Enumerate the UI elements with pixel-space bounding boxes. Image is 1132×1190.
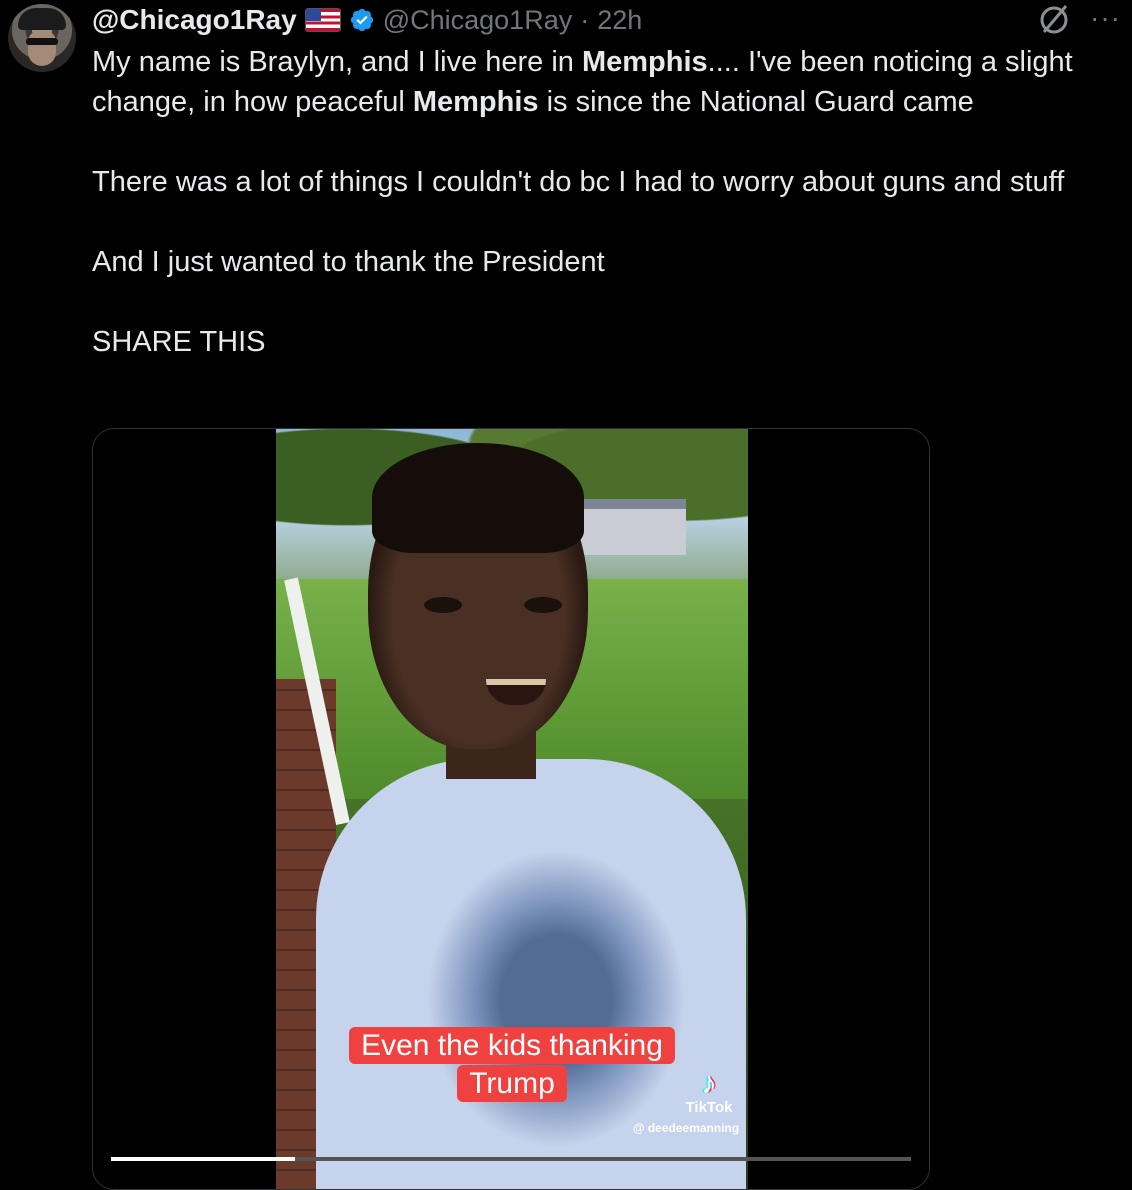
tiktok-icon: ♪ bbox=[701, 1067, 717, 1100]
tiktok-wordmark: TikTok bbox=[685, 1099, 733, 1116]
video-progress-bar[interactable] bbox=[111, 1157, 911, 1161]
tweet-paragraph-2: There was a lot of things I couldn't do … bbox=[92, 166, 1065, 198]
mention-memphis: Memphis bbox=[581, 46, 708, 78]
author-display-name[interactable]: @Chicago1Ray bbox=[92, 4, 297, 36]
tweet-paragraph-1: My name is Braylyn, and I live here in M… bbox=[92, 46, 1073, 118]
tweet-timestamp[interactable]: 22h bbox=[597, 5, 642, 36]
author-avatar[interactable] bbox=[8, 4, 76, 72]
scene-house bbox=[576, 499, 686, 555]
right-eye bbox=[524, 597, 562, 613]
mention-memphis: Memphis bbox=[412, 86, 539, 118]
tweet-header: @Chicago1Ray @Chicago1Ray · 22h bbox=[92, 2, 642, 38]
video-frame[interactable]: Even the kids thanking Trump ♪ TikTok @ … bbox=[276, 429, 748, 1189]
video-caption: Even the kids thanking Trump bbox=[334, 1027, 690, 1103]
left-eye bbox=[424, 597, 462, 613]
us-flag-icon bbox=[304, 8, 341, 32]
avatar-face bbox=[28, 30, 56, 66]
video-player[interactable]: Even the kids thanking Trump ♪ TikTok @ … bbox=[92, 428, 930, 1190]
hair bbox=[372, 443, 584, 553]
verified-badge-icon[interactable] bbox=[349, 7, 375, 33]
author-handle[interactable]: @Chicago1Ray bbox=[383, 5, 573, 36]
grok-icon[interactable] bbox=[1036, 2, 1072, 38]
header-separator: · bbox=[580, 4, 590, 35]
tiktok-watermark: ♪ TikTok bbox=[674, 1067, 744, 1117]
tiktok-username: @ deedeemanning bbox=[632, 1121, 740, 1135]
avatar-cap bbox=[18, 8, 66, 30]
avatar-sunglasses bbox=[26, 38, 58, 45]
tweet-text: My name is Braylyn, and I live here in M… bbox=[92, 42, 1122, 362]
tweet-paragraph-4: SHARE THIS bbox=[92, 326, 266, 358]
more-options-icon[interactable]: ··· bbox=[1090, 2, 1121, 34]
shirt-graphic bbox=[426, 849, 686, 1149]
tweet-paragraph-3: And I just wanted to thank the President bbox=[92, 246, 605, 278]
video-progress-fill bbox=[111, 1157, 295, 1161]
